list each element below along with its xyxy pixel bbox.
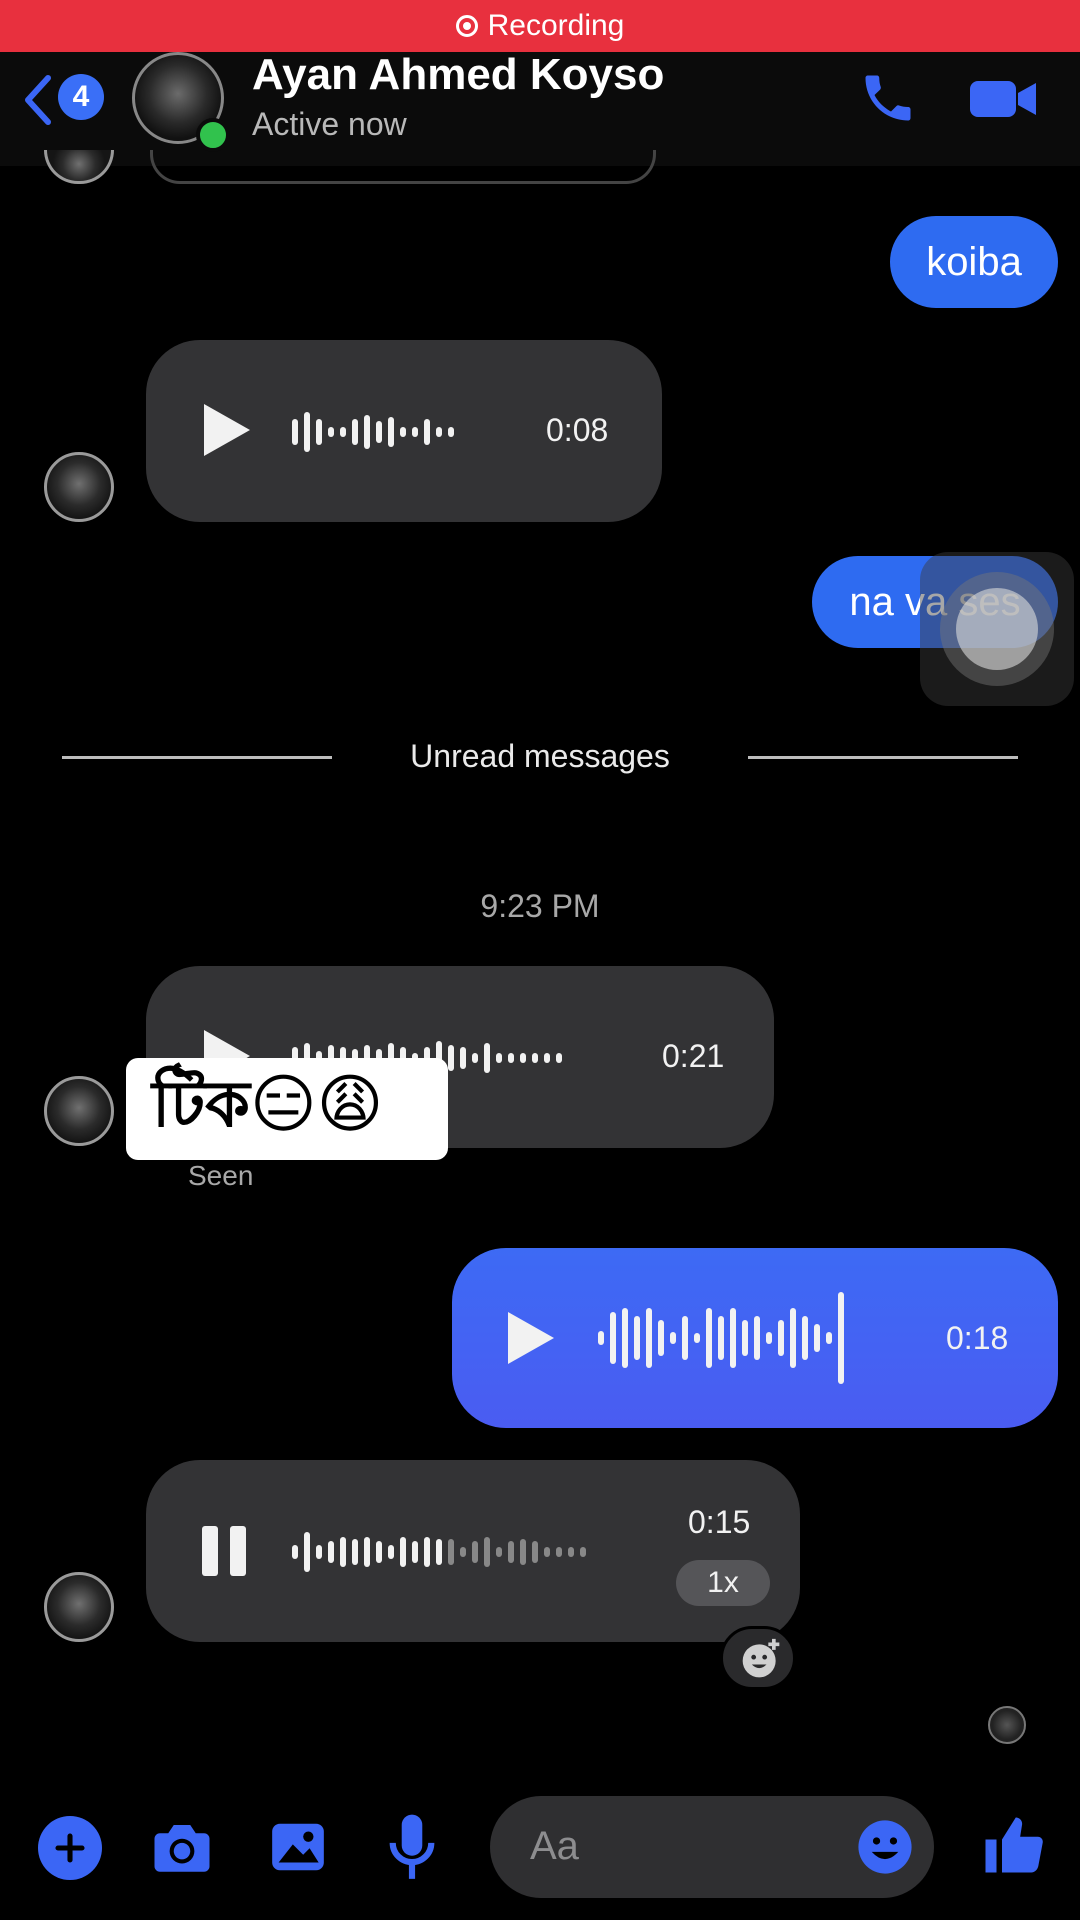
- unread-count-badge: 4: [58, 74, 104, 120]
- gallery-icon[interactable]: [266, 1816, 330, 1878]
- pause-icon[interactable]: [202, 1526, 248, 1576]
- contact-name[interactable]: Ayan Ahmed Koyso: [252, 50, 664, 100]
- emoji-icon[interactable]: [856, 1818, 914, 1876]
- video-call-icon[interactable]: [968, 74, 1040, 124]
- playback-speed-button[interactable]: 1x: [676, 1560, 770, 1606]
- camera-icon[interactable]: [148, 1814, 216, 1880]
- add-button[interactable]: [38, 1816, 102, 1880]
- voice-duration: 0:08: [546, 412, 609, 448]
- contact-avatar-small[interactable]: [44, 1076, 114, 1146]
- text-sticker-overlay[interactable]: টিক😑😩: [126, 1058, 448, 1160]
- phone-call-icon[interactable]: [858, 68, 918, 128]
- add-reaction-button[interactable]: [720, 1626, 796, 1690]
- smiley-plus-icon: [742, 1638, 780, 1678]
- message-input[interactable]: Aa: [490, 1796, 934, 1898]
- voice-duration: 0:18: [946, 1320, 1009, 1356]
- outgoing-message[interactable]: koiba: [890, 216, 1058, 308]
- voice-duration: 0:21: [662, 1038, 725, 1074]
- thumbs-up-icon[interactable]: [980, 1812, 1046, 1878]
- play-icon[interactable]: [204, 404, 250, 456]
- back-button[interactable]: 4: [20, 70, 110, 126]
- microphone-icon[interactable]: [384, 1812, 440, 1884]
- contact-avatar-small[interactable]: [44, 452, 114, 522]
- online-indicator: [196, 118, 230, 152]
- seen-label: Seen: [188, 1160, 254, 1191]
- contact-avatar-small: [44, 150, 114, 184]
- play-icon[interactable]: [508, 1312, 554, 1364]
- plus-icon: [55, 1833, 85, 1863]
- message-timestamp: 9:23 PM: [480, 888, 600, 924]
- message-input-placeholder: Aa: [530, 1824, 579, 1868]
- assistive-touch-button[interactable]: [920, 552, 1074, 706]
- waveform: [292, 1530, 586, 1574]
- incoming-voice-message-playing[interactable]: 0:15 1x: [146, 1460, 800, 1642]
- record-icon: [455, 15, 478, 37]
- unread-divider-label: Unread messages: [410, 738, 670, 774]
- recording-label: Recording: [487, 9, 625, 42]
- previous-message-bubble: [150, 150, 656, 184]
- chevron-left-icon: [25, 75, 51, 125]
- read-receipt-avatar: [988, 1706, 1026, 1744]
- recording-indicator[interactable]: Recording: [0, 0, 1080, 52]
- contact-avatar-small[interactable]: [44, 1572, 114, 1642]
- waveform: [598, 1292, 844, 1384]
- incoming-voice-message[interactable]: 0:08: [146, 340, 662, 522]
- message-text: koiba: [926, 239, 1022, 284]
- outgoing-voice-message[interactable]: 0:18: [452, 1248, 1058, 1428]
- contact-status: Active now: [252, 106, 407, 142]
- voice-duration: 0:15: [688, 1504, 751, 1540]
- waveform: [292, 412, 454, 452]
